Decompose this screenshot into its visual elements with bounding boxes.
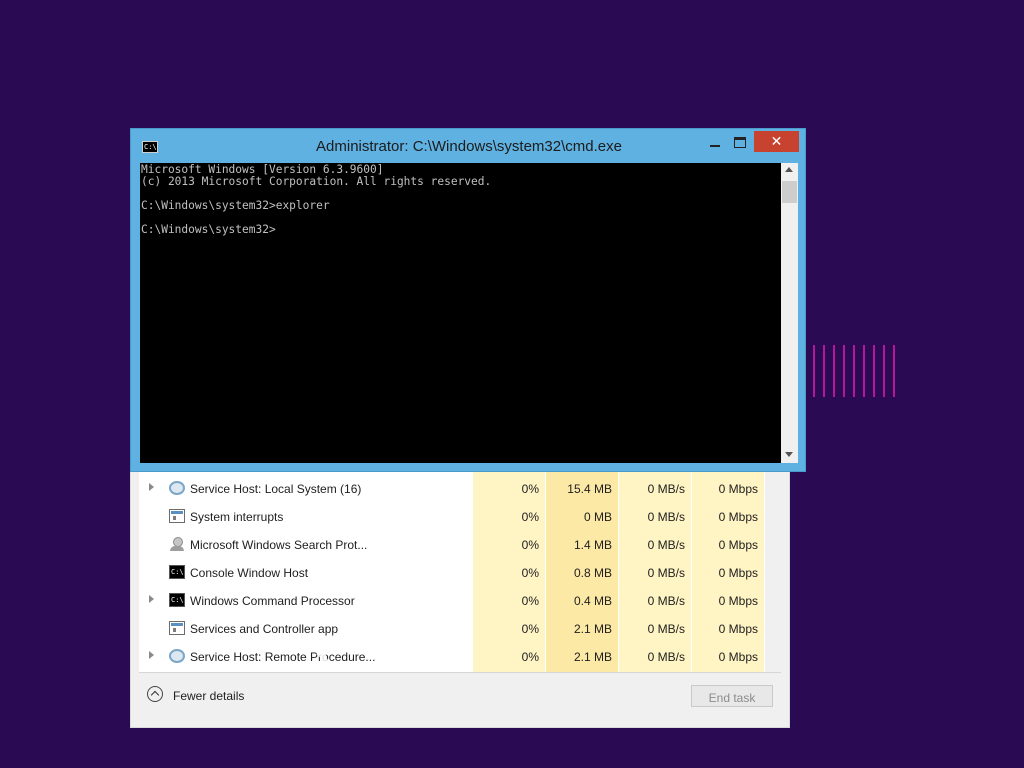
memory-value: 2.1 MB	[573, 622, 612, 636]
cpu-value: 0%	[521, 482, 539, 496]
cpu-value: 0%	[521, 650, 539, 664]
process-list: System0%0.1 MB0.1 MB/s0 MbpsService Host…	[139, 459, 781, 672]
cmd-app-icon[interactable]: C:\	[142, 141, 158, 153]
cpu-value: 0%	[521, 566, 539, 580]
disk-value: 0 MB/s	[647, 622, 685, 636]
network-value: 0 Mbps	[718, 594, 758, 608]
network-value: 0 Mbps	[718, 566, 758, 580]
console-scrollbar[interactable]	[781, 163, 798, 463]
scroll-up-arrow-icon[interactable]	[785, 167, 793, 172]
chevron-up-icon[interactable]	[147, 686, 163, 702]
process-name: System interrupts	[190, 510, 284, 524]
cpu-value: 0%	[521, 510, 539, 524]
close-button[interactable]: ✕	[754, 131, 799, 152]
cpu-value: 0%	[521, 622, 539, 636]
console-icon: C:\	[169, 565, 185, 579]
footer-divider	[139, 672, 781, 673]
disk-value: 0 MB/s	[647, 538, 685, 552]
network-value: 0 Mbps	[718, 482, 758, 496]
scroll-thumb[interactable]	[782, 181, 797, 203]
memory-value: 0.8 MB	[573, 566, 612, 580]
desktop-decoration-lines	[813, 345, 903, 397]
console-prompt[interactable]: C:\Windows\system32>	[141, 224, 781, 236]
scroll-down-arrow-icon[interactable]	[785, 452, 793, 457]
gear-icon	[169, 649, 185, 663]
process-row[interactable]: C:\ Windows Command Processor 0% 0.4 MB 0 MB…	[139, 587, 781, 615]
process-row[interactable]: Service Host: Remote Procedure... 0% 2.1 M…	[139, 643, 781, 671]
process-name: Service Host: Remote Procedure...	[190, 650, 376, 664]
disk-value: 0 MB/s	[647, 566, 685, 580]
end-task-button[interactable]: End task	[691, 685, 773, 707]
console-icon: C:\	[169, 593, 185, 607]
process-list-scrollbar[interactable]	[765, 459, 781, 672]
disk-value: 0 MB/s	[647, 650, 685, 664]
process-name: Service Host: Local System (16)	[190, 482, 362, 496]
network-value: 0 Mbps	[718, 538, 758, 552]
memory-value: 15.4 MB	[567, 482, 612, 496]
disk-value: 0 MB/s	[647, 482, 685, 496]
person-icon	[169, 537, 185, 551]
network-value: 0 Mbps	[718, 622, 758, 636]
gear-icon	[169, 481, 185, 495]
expand-arrow-icon[interactable]	[149, 595, 154, 603]
console-line: C:\Windows\system32>explorer	[141, 199, 330, 212]
cpu-value: 0%	[521, 594, 539, 608]
maximize-button[interactable]	[728, 135, 754, 153]
memory-value: 0.4 MB	[573, 594, 612, 608]
network-value: 0 Mbps	[718, 650, 758, 664]
window-icon	[169, 509, 185, 523]
process-row[interactable]: C:\ Console Window Host 0% 0.8 MB 0 MB/s 0 Mb…	[139, 559, 781, 587]
process-name: Services and Controller app	[190, 622, 339, 636]
process-row[interactable]: Service Host: Local System (16) 0% 15.4 MB…	[139, 475, 781, 503]
process-row[interactable]: Services and Controller app 0% 2.1 MB 0 MB/…	[139, 615, 781, 643]
memory-value: 0 MB	[583, 510, 612, 524]
cpu-value: 0%	[521, 538, 539, 552]
disk-value: 0 MB/s	[647, 594, 685, 608]
disk-value: 0 MB/s	[647, 510, 685, 524]
network-value: 0 Mbps	[718, 510, 758, 524]
console-output[interactable]: Microsoft Windows [Version 6.3.9600] (c)…	[140, 163, 781, 463]
process-row[interactable]: System interrupts 0% 0 MB 0 MB/s 0 Mbps	[139, 503, 781, 531]
cmd-window[interactable]: Administrator: C:\Windows\system32\cmd.e…	[130, 128, 806, 472]
process-name: Console Window Host	[190, 566, 309, 580]
memory-value: 1.4 MB	[573, 538, 612, 552]
console-line: (c) 2013 Microsoft Corporation. All righ…	[141, 175, 492, 188]
memory-value: 2.1 MB	[573, 650, 612, 664]
fewer-details-link[interactable]: Fewer details	[173, 689, 244, 703]
window-icon	[169, 621, 185, 635]
process-name: Windows Command Processor	[190, 594, 355, 608]
process-name: Microsoft Windows Search Prot...	[190, 538, 368, 552]
expand-arrow-icon[interactable]	[149, 483, 154, 491]
process-row[interactable]: Microsoft Windows Search Prot... 0% 1.4 MB…	[139, 531, 781, 559]
minimize-button[interactable]	[703, 135, 729, 153]
expand-arrow-icon[interactable]	[149, 651, 154, 659]
